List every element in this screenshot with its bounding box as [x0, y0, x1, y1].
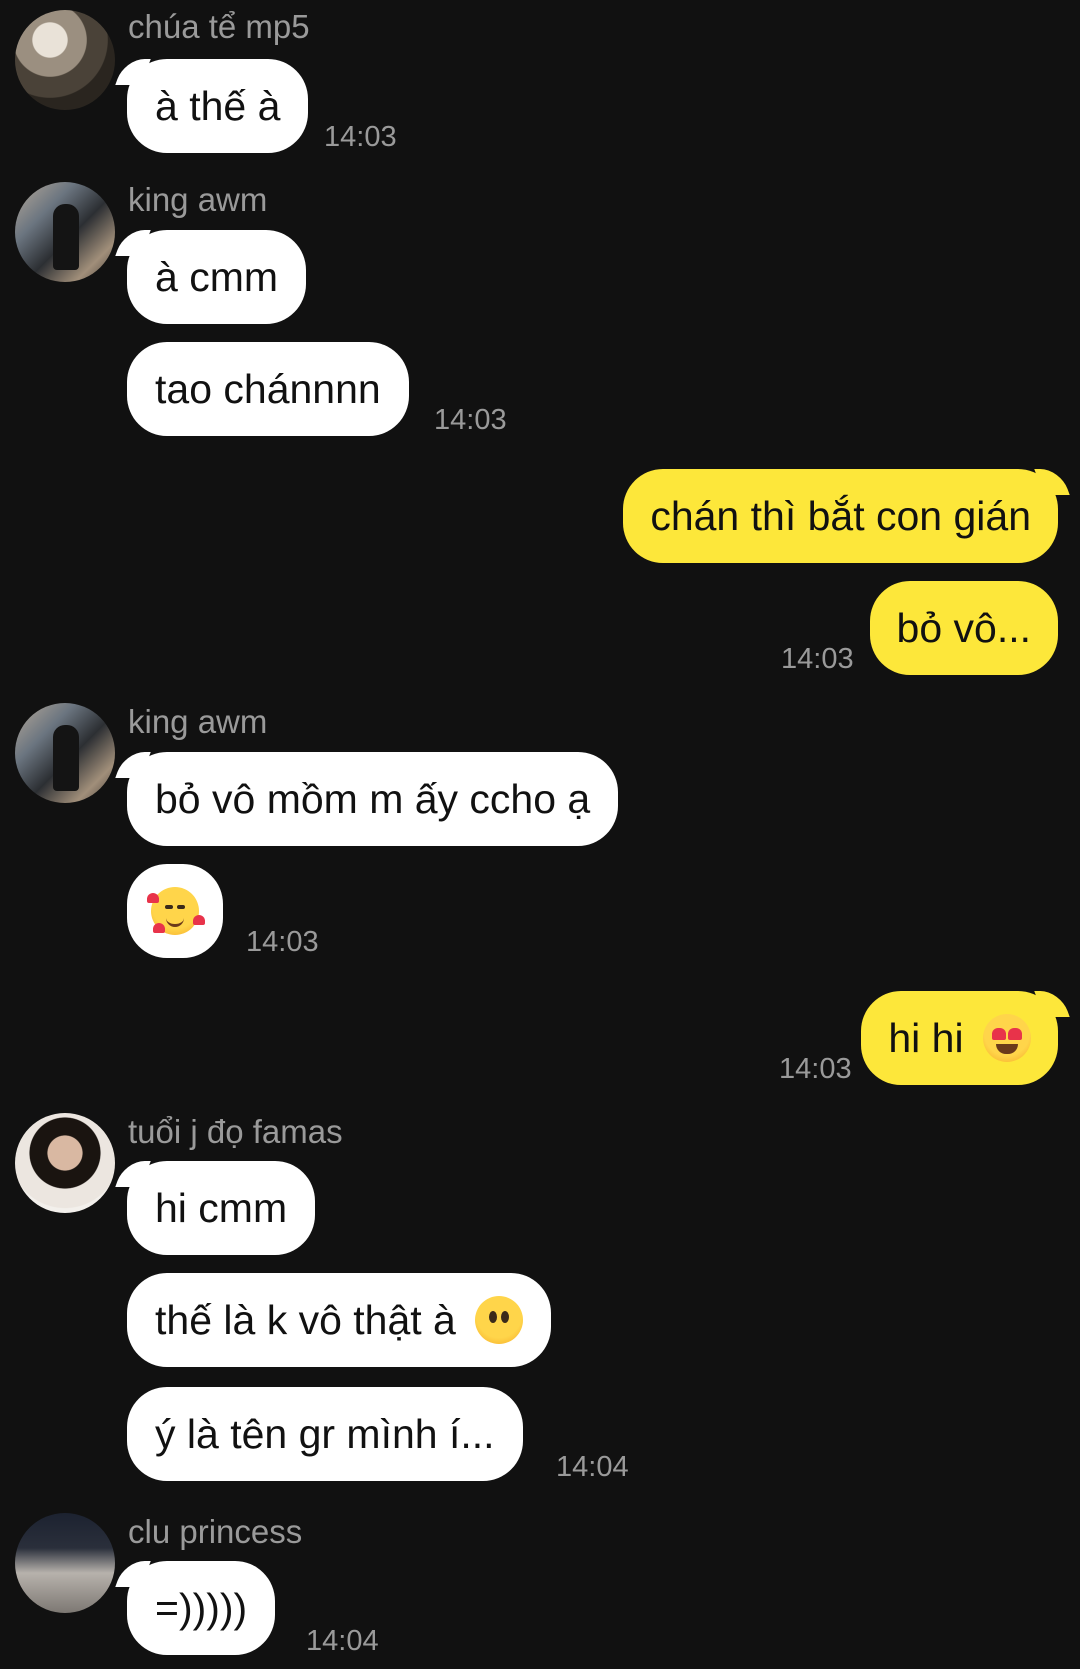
avatar[interactable]	[15, 1113, 115, 1213]
message-bubble[interactable]: à thế à	[127, 59, 309, 153]
timestamp: 14:03	[434, 404, 507, 436]
message-bubble[interactable]: ý là tên gr mình í...	[127, 1387, 523, 1481]
outgoing-message-bubble[interactable]: bỏ vô...	[869, 581, 1058, 675]
message-text: =)))))	[155, 1585, 248, 1631]
sender-name: king awm	[128, 703, 268, 740]
timestamp: 14:03	[324, 121, 397, 153]
avatar[interactable]	[15, 703, 115, 803]
timestamp: 14:04	[306, 1625, 379, 1657]
message-text: thế là k vô thật à	[155, 1297, 456, 1343]
sender-name: clu princess	[128, 1513, 303, 1550]
message-text: hi cmm	[155, 1185, 288, 1231]
message-text: ý là tên gr mình í...	[155, 1411, 495, 1457]
smiling-face-with-hearts-icon	[147, 887, 205, 936]
heart-eyes-icon	[983, 1014, 1031, 1063]
avatar[interactable]	[15, 182, 115, 282]
message-bubble[interactable]: tao chánnnn	[127, 342, 409, 436]
avatar[interactable]	[15, 1513, 115, 1613]
avatar[interactable]	[15, 10, 115, 110]
timestamp: 14:03	[246, 926, 319, 958]
message-text: à cmm	[155, 254, 278, 300]
message-text: chán thì bắt con gián	[650, 493, 1031, 539]
message-text: à thế à	[155, 83, 281, 129]
timestamp: 14:04	[556, 1451, 629, 1483]
message-bubble[interactable]: bỏ vô mồm m ấy ccho ạ	[127, 752, 619, 846]
message-bubble[interactable]: à cmm	[127, 230, 306, 324]
message-text: hi hi	[888, 1015, 964, 1061]
face-without-mouth-icon	[475, 1296, 524, 1345]
sender-name: chúa tể mp5	[128, 8, 310, 45]
message-text: tao chánnnn	[155, 366, 381, 412]
timestamp: 14:03	[781, 643, 854, 675]
message-bubble[interactable]: =)))))	[127, 1561, 276, 1655]
outgoing-message-bubble[interactable]: hi hi	[861, 991, 1058, 1085]
outgoing-message-bubble[interactable]: chán thì bắt con gián	[623, 469, 1058, 563]
message-text: bỏ vô...	[896, 605, 1031, 651]
sender-name: king awm	[128, 181, 268, 218]
message-bubble[interactable]: hi cmm	[127, 1161, 316, 1255]
emoji-message-bubble[interactable]	[127, 864, 223, 958]
message-bubble[interactable]: thế là k vô thật à	[127, 1273, 552, 1367]
sender-name: tuổi j đọ famas	[128, 1113, 343, 1150]
message-text: bỏ vô mồm m ấy ccho ạ	[155, 776, 591, 822]
timestamp: 14:03	[779, 1053, 852, 1085]
